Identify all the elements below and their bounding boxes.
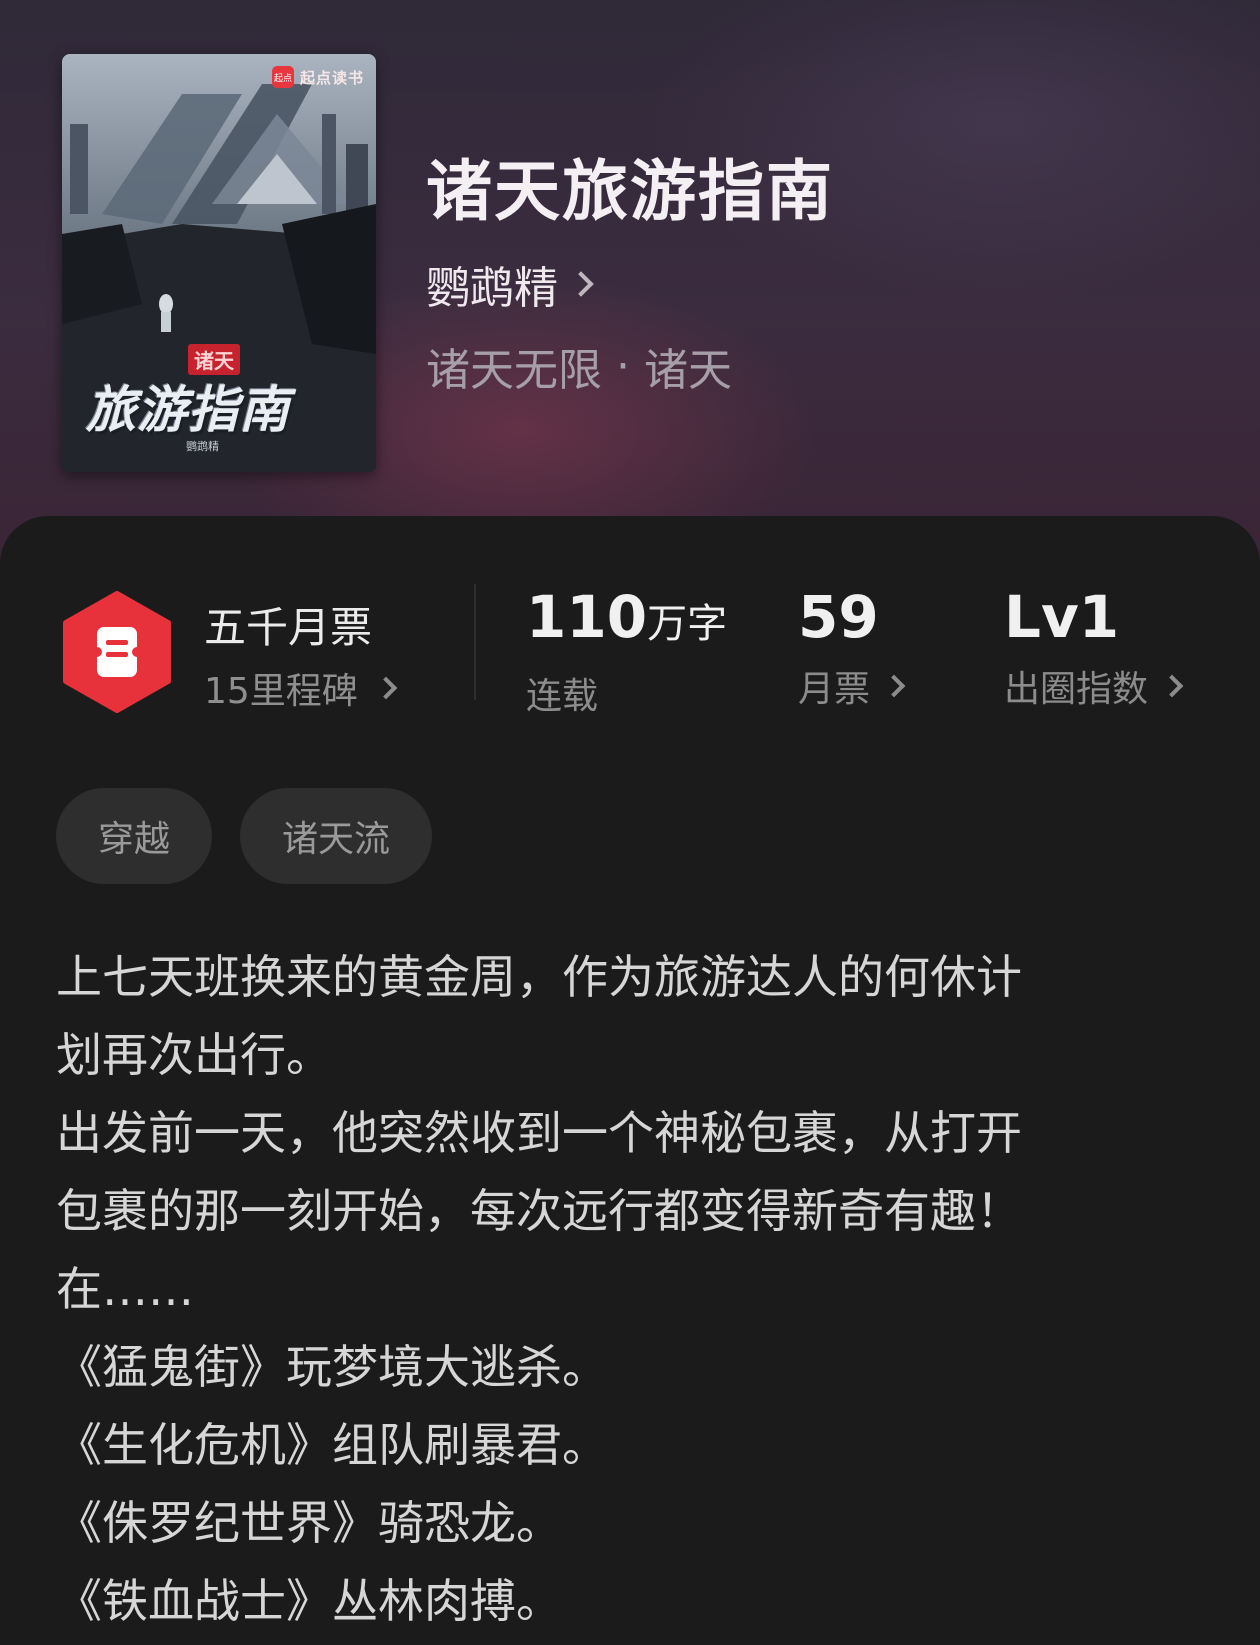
separator-dot: · <box>616 340 630 392</box>
stats-divider <box>474 584 476 700</box>
qidian-logo-icon: 起点 <box>271 66 294 88</box>
influence-index-value: Lv1 <box>1004 583 1120 651</box>
influence-index-stat[interactable]: Lv1 出圈指数 <box>1004 582 1184 712</box>
cover-title: 旅游指南 <box>86 381 290 439</box>
category: 诸天无限 <box>426 345 602 396</box>
word-count-value-row: 110万字 <box>526 582 727 659</box>
book-title: 诸天旅游指南 <box>426 152 834 230</box>
serial-status: 连载 <box>526 676 599 717</box>
chevron-right-icon <box>374 676 398 700</box>
description-line: 《铁血战士》丛林肉搏。 <box>56 1574 562 1628</box>
book-description[interactable]: 上七天班换来的黄金周，作为旅游达人的何休计 划再次出行。 出发前一天，他突然收到… <box>56 938 1186 1640</box>
cover-brand-text: 起点读书 <box>299 68 364 87</box>
cover-author: 鹦鹉精 <box>186 440 219 453</box>
author-name: 鹦鹉精 <box>426 263 558 314</box>
monthly-tickets-stat[interactable]: 59 月票 <box>798 582 906 712</box>
milestone-label: 15里程碑 <box>204 671 358 712</box>
monthly-tickets-value: 59 <box>798 583 879 651</box>
description-line: 《猛鬼街》玩梦境大逃杀。 <box>56 1340 608 1394</box>
tag-list: 穿越 诸天流 <box>56 788 433 884</box>
subcategory: 诸天 <box>644 345 732 396</box>
milestone-link[interactable]: 15里程碑 <box>204 662 398 714</box>
influence-index-label: 出圈指数 <box>1004 669 1149 710</box>
monthly-tickets-link[interactable]: 月票 <box>798 660 906 712</box>
description-line: 包裹的那一刻开始，每次远行都变得新奇有趣！ <box>56 1184 1022 1238</box>
tag-chip[interactable]: 诸天流 <box>240 788 433 884</box>
author-link[interactable]: 鹦鹉精 <box>426 252 594 316</box>
word-count-value: 110 <box>526 583 648 651</box>
tag-chip[interactable]: 穿越 <box>56 788 213 884</box>
book-cover[interactable]: 起点 起点读书 诸天 旅游指南 鹦鹉精 <box>62 54 376 472</box>
description-line: 《生化危机》组队刷暴君。 <box>56 1418 608 1472</box>
badge-title: 五千月票 <box>204 603 373 652</box>
monthly-tickets-label: 月票 <box>798 669 871 710</box>
chevron-right-icon <box>882 674 906 698</box>
description-line: 《侏罗纪世界》骑恐龙。 <box>56 1496 562 1550</box>
word-count-unit: 万字 <box>647 601 728 647</box>
description-line: 划再次出行。 <box>56 1028 332 1082</box>
influence-index-link[interactable]: 出圈指数 <box>1004 660 1184 712</box>
description-line: 出发前一天，他突然收到一个神秘包裹，从打开 <box>56 1106 1022 1160</box>
cover-brand: 起点 起点读书 <box>271 66 364 88</box>
chevron-right-icon <box>1160 674 1184 698</box>
word-count-stat: 110万字 连载 <box>526 582 727 719</box>
description-line: 上七天班换来的黄金周，作为旅游达人的何休计 <box>56 950 1022 1004</box>
ticket-hexagon-icon[interactable] <box>60 590 174 714</box>
genre-row: 诸天无限 · 诸天 <box>426 334 732 398</box>
chevron-right-icon <box>568 271 594 297</box>
description-line: 在…… <box>56 1262 194 1316</box>
